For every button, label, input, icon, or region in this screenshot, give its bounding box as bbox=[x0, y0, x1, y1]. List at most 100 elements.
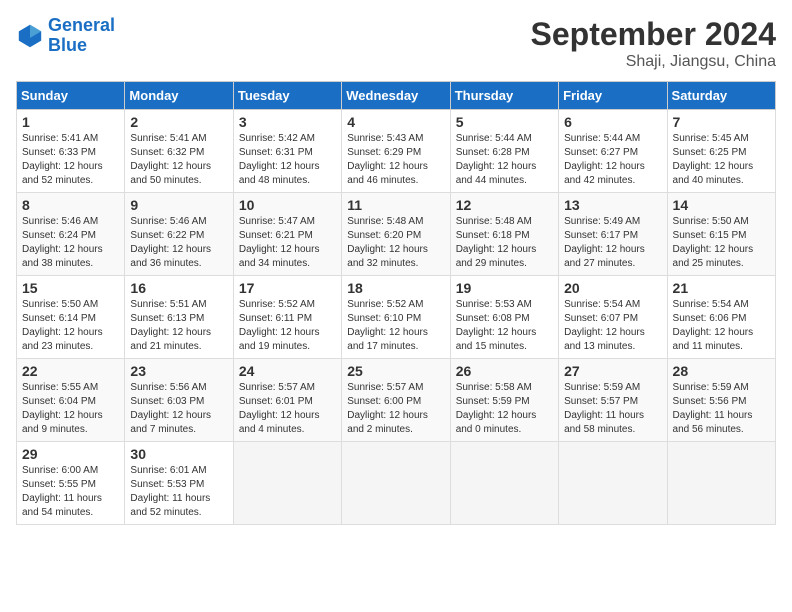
day-number-12: 12 bbox=[456, 197, 553, 213]
calendar-cell-3: 3 Sunrise: 5:42 AM Sunset: 6:31 PM Daylig… bbox=[233, 110, 341, 193]
logo-icon bbox=[16, 22, 44, 50]
day-detail-23: Sunrise: 5:56 AM Sunset: 6:03 PM Dayligh… bbox=[130, 381, 227, 437]
day-detail-26: Sunrise: 5:58 AM Sunset: 5:59 PM Dayligh… bbox=[456, 381, 553, 437]
calendar-week-5: 29 Sunrise: 6:00 AM Sunset: 5:55 PM Dayli… bbox=[17, 442, 776, 525]
day-detail-2: Sunrise: 5:41 AM Sunset: 6:32 PM Dayligh… bbox=[130, 132, 227, 188]
day-number-22: 22 bbox=[22, 363, 119, 379]
day-number-17: 17 bbox=[239, 280, 336, 296]
day-number-13: 13 bbox=[564, 197, 661, 213]
day-detail-25: Sunrise: 5:57 AM Sunset: 6:00 PM Dayligh… bbox=[347, 381, 444, 437]
calendar-cell-empty bbox=[342, 442, 450, 525]
logo-text: General Blue bbox=[48, 16, 115, 56]
col-saturday: Saturday bbox=[667, 82, 775, 110]
day-number-1: 1 bbox=[22, 114, 119, 130]
month-title: September 2024 bbox=[531, 16, 776, 53]
day-number-11: 11 bbox=[347, 197, 444, 213]
day-detail-3: Sunrise: 5:42 AM Sunset: 6:31 PM Dayligh… bbox=[239, 132, 336, 188]
day-number-25: 25 bbox=[347, 363, 444, 379]
calendar-week-4: 22 Sunrise: 5:55 AM Sunset: 6:04 PM Dayli… bbox=[17, 359, 776, 442]
calendar-cell-18: 18 Sunrise: 5:52 AM Sunset: 6:10 PM Dayli… bbox=[342, 276, 450, 359]
page-header: General Blue September 2024 Shaji, Jiang… bbox=[16, 16, 776, 71]
day-detail-30: Sunrise: 6:01 AM Sunset: 5:53 PM Dayligh… bbox=[130, 464, 227, 520]
day-detail-18: Sunrise: 5:52 AM Sunset: 6:10 PM Dayligh… bbox=[347, 298, 444, 354]
day-number-19: 19 bbox=[456, 280, 553, 296]
calendar-cell-14: 14 Sunrise: 5:50 AM Sunset: 6:15 PM Dayli… bbox=[667, 193, 775, 276]
calendar-cell-13: 13 Sunrise: 5:49 AM Sunset: 6:17 PM Dayli… bbox=[559, 193, 667, 276]
day-number-4: 4 bbox=[347, 114, 444, 130]
day-number-26: 26 bbox=[456, 363, 553, 379]
day-detail-21: Sunrise: 5:54 AM Sunset: 6:06 PM Dayligh… bbox=[673, 298, 770, 354]
calendar-cell-22: 22 Sunrise: 5:55 AM Sunset: 6:04 PM Dayli… bbox=[17, 359, 125, 442]
day-detail-4: Sunrise: 5:43 AM Sunset: 6:29 PM Dayligh… bbox=[347, 132, 444, 188]
day-number-16: 16 bbox=[130, 280, 227, 296]
calendar-week-1: 1Sunrise: 5:41 AM Sunset: 6:33 PM Daylig… bbox=[17, 110, 776, 193]
day-number-14: 14 bbox=[673, 197, 770, 213]
calendar-cell-19: 19 Sunrise: 5:53 AM Sunset: 6:08 PM Dayli… bbox=[450, 276, 558, 359]
calendar-cell-empty bbox=[233, 442, 341, 525]
day-detail-6: Sunrise: 5:44 AM Sunset: 6:27 PM Dayligh… bbox=[564, 132, 661, 188]
day-detail-22: Sunrise: 5:55 AM Sunset: 6:04 PM Dayligh… bbox=[22, 381, 119, 437]
calendar-cell-26: 26 Sunrise: 5:58 AM Sunset: 5:59 PM Dayli… bbox=[450, 359, 558, 442]
day-number-5: 5 bbox=[456, 114, 553, 130]
calendar-cell-4: 4 Sunrise: 5:43 AM Sunset: 6:29 PM Daylig… bbox=[342, 110, 450, 193]
day-detail-13: Sunrise: 5:49 AM Sunset: 6:17 PM Dayligh… bbox=[564, 215, 661, 271]
calendar-cell-11: 11Sunrise: 5:48 AM Sunset: 6:20 PM Dayli… bbox=[342, 193, 450, 276]
day-number-9: 9 bbox=[130, 197, 227, 213]
day-number-8: 8 bbox=[22, 197, 119, 213]
col-friday: Friday bbox=[559, 82, 667, 110]
calendar-cell-30: 30 Sunrise: 6:01 AM Sunset: 5:53 PM Dayli… bbox=[125, 442, 233, 525]
calendar-table: Sunday Monday Tuesday Wednesday Thursday… bbox=[16, 81, 776, 525]
day-detail-14: Sunrise: 5:50 AM Sunset: 6:15 PM Dayligh… bbox=[673, 215, 770, 271]
day-number-3: 3 bbox=[239, 114, 336, 130]
day-detail-24: Sunrise: 5:57 AM Sunset: 6:01 PM Dayligh… bbox=[239, 381, 336, 437]
day-detail-29: Sunrise: 6:00 AM Sunset: 5:55 PM Dayligh… bbox=[22, 464, 119, 520]
calendar-cell-8: 8 Sunrise: 5:46 AM Sunset: 6:24 PM Daylig… bbox=[17, 193, 125, 276]
calendar-cell-23: 23 Sunrise: 5:56 AM Sunset: 6:03 PM Dayli… bbox=[125, 359, 233, 442]
calendar-cell-24: 24 Sunrise: 5:57 AM Sunset: 6:01 PM Dayli… bbox=[233, 359, 341, 442]
calendar-cell-27: 27 Sunrise: 5:59 AM Sunset: 5:57 PM Dayli… bbox=[559, 359, 667, 442]
logo: General Blue bbox=[16, 16, 115, 56]
col-wednesday: Wednesday bbox=[342, 82, 450, 110]
day-number-30: 30 bbox=[130, 446, 227, 462]
day-number-27: 27 bbox=[564, 363, 661, 379]
day-number-6: 6 bbox=[564, 114, 661, 130]
day-detail-7: Sunrise: 5:45 AM Sunset: 6:25 PM Dayligh… bbox=[673, 132, 770, 188]
day-number-10: 10 bbox=[239, 197, 336, 213]
calendar-cell-7: 7Sunrise: 5:45 AM Sunset: 6:25 PM Daylig… bbox=[667, 110, 775, 193]
calendar-cell-20: 20 Sunrise: 5:54 AM Sunset: 6:07 PM Dayli… bbox=[559, 276, 667, 359]
day-number-20: 20 bbox=[564, 280, 661, 296]
day-detail-15: Sunrise: 5:50 AM Sunset: 6:14 PM Dayligh… bbox=[22, 298, 119, 354]
day-number-24: 24 bbox=[239, 363, 336, 379]
calendar-cell-empty bbox=[667, 442, 775, 525]
calendar-cell-29: 29 Sunrise: 6:00 AM Sunset: 5:55 PM Dayli… bbox=[17, 442, 125, 525]
calendar-cell-28: 28Sunrise: 5:59 AM Sunset: 5:56 PM Dayli… bbox=[667, 359, 775, 442]
day-number-23: 23 bbox=[130, 363, 227, 379]
day-detail-16: Sunrise: 5:51 AM Sunset: 6:13 PM Dayligh… bbox=[130, 298, 227, 354]
day-detail-5: Sunrise: 5:44 AM Sunset: 6:28 PM Dayligh… bbox=[456, 132, 553, 188]
calendar-cell-2: 2 Sunrise: 5:41 AM Sunset: 6:32 PM Daylig… bbox=[125, 110, 233, 193]
day-detail-27: Sunrise: 5:59 AM Sunset: 5:57 PM Dayligh… bbox=[564, 381, 661, 437]
col-tuesday: Tuesday bbox=[233, 82, 341, 110]
calendar-cell-empty bbox=[559, 442, 667, 525]
calendar-cell-1: 1Sunrise: 5:41 AM Sunset: 6:33 PM Daylig… bbox=[17, 110, 125, 193]
title-area: September 2024 Shaji, Jiangsu, China bbox=[531, 16, 776, 71]
day-detail-20: Sunrise: 5:54 AM Sunset: 6:07 PM Dayligh… bbox=[564, 298, 661, 354]
day-detail-19: Sunrise: 5:53 AM Sunset: 6:08 PM Dayligh… bbox=[456, 298, 553, 354]
calendar-cell-21: 21Sunrise: 5:54 AM Sunset: 6:06 PM Dayli… bbox=[667, 276, 775, 359]
calendar-header-row: Sunday Monday Tuesday Wednesday Thursday… bbox=[17, 82, 776, 110]
col-monday: Monday bbox=[125, 82, 233, 110]
day-detail-28: Sunrise: 5:59 AM Sunset: 5:56 PM Dayligh… bbox=[673, 381, 770, 437]
day-number-18: 18 bbox=[347, 280, 444, 296]
calendar-week-2: 8 Sunrise: 5:46 AM Sunset: 6:24 PM Daylig… bbox=[17, 193, 776, 276]
day-detail-10: Sunrise: 5:47 AM Sunset: 6:21 PM Dayligh… bbox=[239, 215, 336, 271]
day-number-2: 2 bbox=[130, 114, 227, 130]
col-sunday: Sunday bbox=[17, 82, 125, 110]
day-detail-12: Sunrise: 5:48 AM Sunset: 6:18 PM Dayligh… bbox=[456, 215, 553, 271]
calendar-cell-17: 17Sunrise: 5:52 AM Sunset: 6:11 PM Dayli… bbox=[233, 276, 341, 359]
day-number-29: 29 bbox=[22, 446, 119, 462]
calendar-cell-9: 9Sunrise: 5:46 AM Sunset: 6:22 PM Daylig… bbox=[125, 193, 233, 276]
calendar-cell-6: 6 Sunrise: 5:44 AM Sunset: 6:27 PM Daylig… bbox=[559, 110, 667, 193]
day-detail-8: Sunrise: 5:46 AM Sunset: 6:24 PM Dayligh… bbox=[22, 215, 119, 271]
calendar-cell-12: 12 Sunrise: 5:48 AM Sunset: 6:18 PM Dayli… bbox=[450, 193, 558, 276]
col-thursday: Thursday bbox=[450, 82, 558, 110]
